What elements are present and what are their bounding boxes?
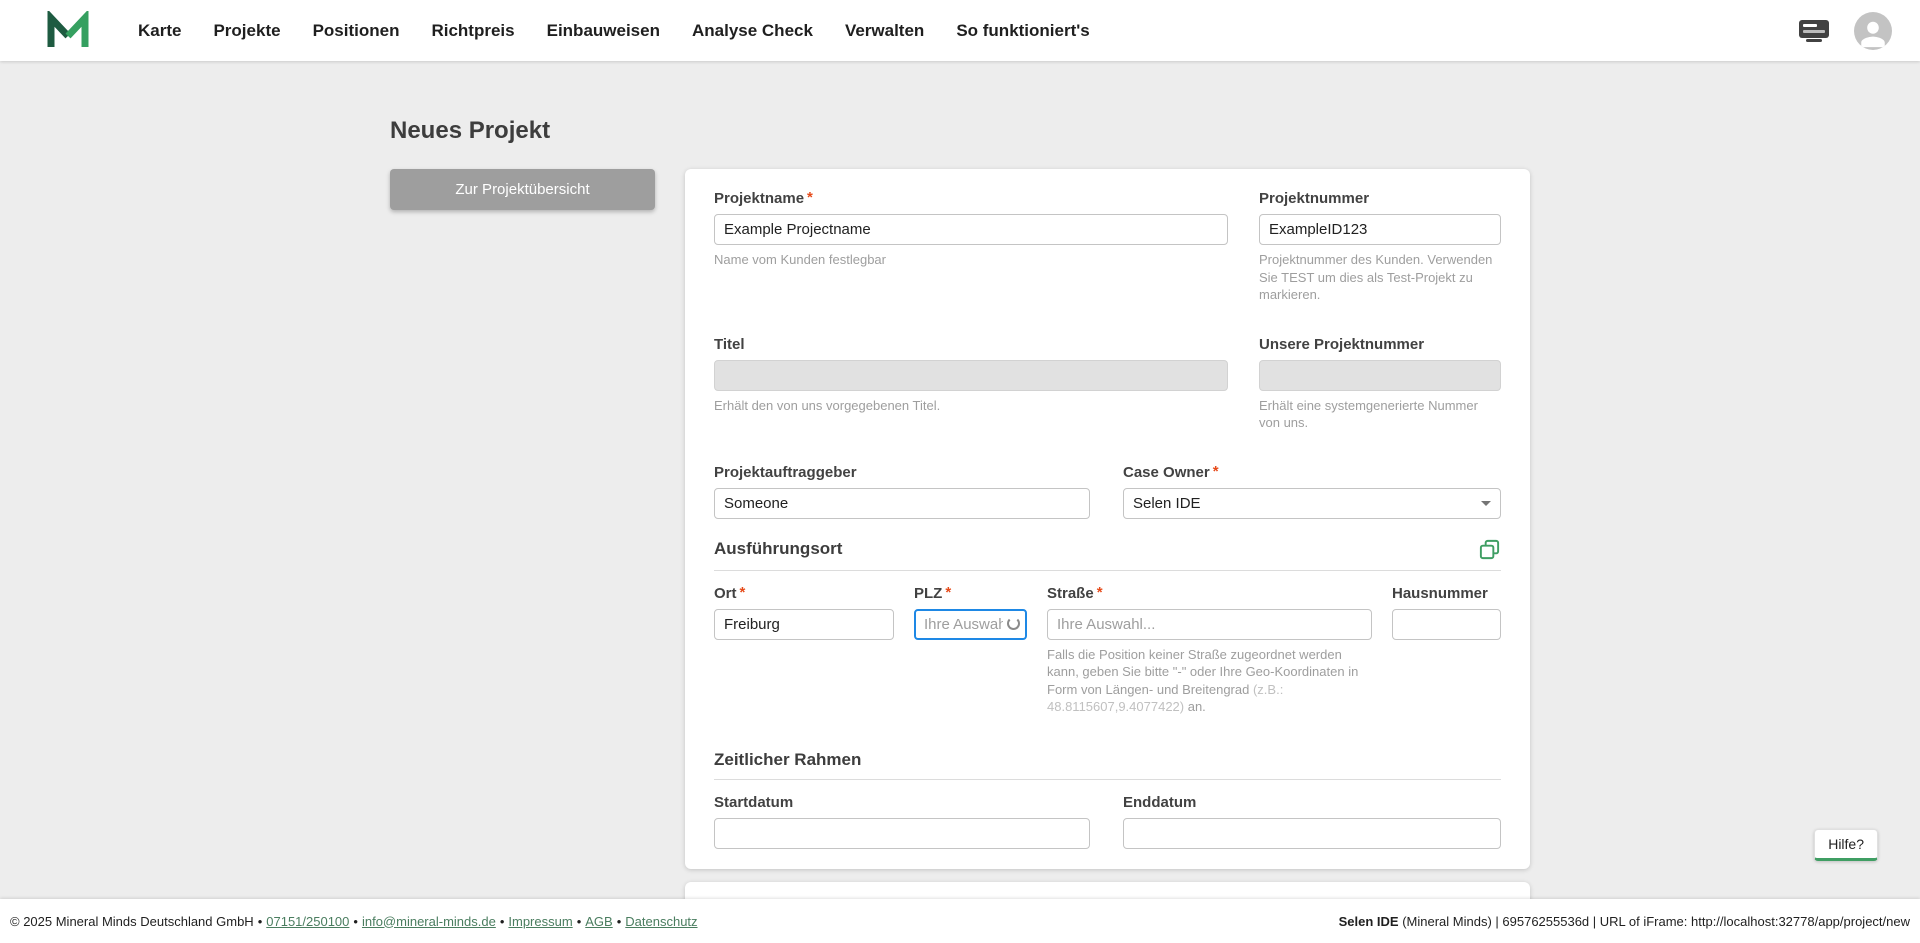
field-ort: Ort *	[714, 583, 894, 716]
section-divider	[714, 778, 1501, 780]
required-mark: *	[807, 189, 813, 206]
projektname-helper: Name vom Kunden festlegbar	[714, 252, 886, 267]
startdatum-input[interactable]	[714, 817, 1090, 849]
nav-item-verwalten[interactable]: Verwalten	[845, 21, 924, 41]
email-link[interactable]: info@mineral-minds.de	[362, 914, 496, 929]
duplicate-icon[interactable]	[1478, 538, 1501, 561]
field-projektname: Projektname * Name vom Kunden festlegbar	[714, 189, 1228, 304]
strasse-label: Straße	[1047, 584, 1094, 602]
titel-label: Titel	[714, 335, 745, 353]
top-navbar: Karte Projekte Positionen Richtpreis Ein…	[0, 0, 1920, 61]
titel-input	[714, 359, 1228, 391]
user-avatar[interactable]	[1854, 11, 1892, 50]
nav-item-karte[interactable]: Karte	[138, 21, 181, 41]
field-hausnummer: Hausnummer	[1392, 585, 1501, 716]
nav-item-analyse-check[interactable]: Analyse Check	[692, 21, 813, 41]
enddatum-label: Enddatum	[1123, 793, 1197, 811]
strasse-helper-suffix: an.	[1184, 699, 1206, 715]
field-projektnummer: Projektnummer Projektnummer des Kunden. …	[1259, 190, 1501, 304]
navbar-right	[1796, 11, 1892, 50]
titel-helper: Erhält den von uns vorgegebenen Titel.	[714, 397, 941, 413]
enddatum-input[interactable]	[1123, 817, 1501, 849]
projektname-input[interactable]	[714, 214, 1228, 245]
case-owner-select[interactable]: Selen IDE	[1123, 487, 1501, 519]
agb-link[interactable]: AGB	[585, 914, 612, 929]
logo-m-icon	[47, 10, 89, 47]
ort-input[interactable]	[714, 608, 894, 640]
projektnummer-label: Projektnummer	[1259, 190, 1370, 207]
unsere-projektnummer-input	[1259, 359, 1501, 391]
footer-session-info: Selen IDE (Mineral Minds) | 69576255536d…	[1339, 914, 1910, 929]
projektauftraggeber-label: Projektauftraggeber	[714, 463, 857, 481]
section-divider	[714, 569, 1501, 571]
project-form-card: Projektname * Name vom Kunden festlegbar…	[685, 169, 1530, 869]
strasse-helper-main: Falls die Position keiner Straße zugeord…	[1047, 646, 1359, 697]
projektname-label: Projektname	[714, 190, 805, 207]
field-projektauftraggeber: Projektauftraggeber	[714, 464, 1090, 519]
session-user: Selen IDE	[1338, 913, 1399, 929]
zeitlicher-rahmen-title: Zeitlicher Rahmen	[714, 749, 862, 769]
case-owner-label: Case Owner	[1123, 463, 1210, 481]
card-reader-icon[interactable]	[1796, 18, 1832, 44]
nav-item-richtpreis[interactable]: Richtpreis	[431, 21, 514, 41]
ausfuehrungsort-title: Ausführungsort	[714, 539, 843, 559]
required-mark: *	[1212, 462, 1219, 480]
section-zeitlicher-rahmen: Zeitlicher Rahmen	[714, 750, 1501, 770]
strasse-input[interactable]	[1047, 608, 1372, 640]
footer: © 2025 Mineral Minds Deutschland GmbH • 07…	[0, 899, 1920, 943]
case-owner-value: Selen IDE	[1133, 494, 1201, 512]
required-mark: *	[945, 583, 952, 601]
session-details: (Mineral Minds) | 69576255536d | URL of …	[1398, 913, 1910, 929]
projektnummer-input[interactable]	[1259, 214, 1501, 245]
field-plz: PLZ *	[914, 583, 1027, 716]
copyright-text: © 2025 Mineral Minds Deutschland GmbH	[10, 913, 254, 929]
page-content: Neues Projekt Zur Projektübersicht Proje…	[390, 117, 1530, 908]
chevron-down-icon	[1481, 500, 1491, 506]
nav-item-projekte[interactable]: Projekte	[213, 21, 280, 41]
nav-item-positionen[interactable]: Positionen	[313, 21, 400, 41]
back-to-project-overview-button[interactable]: Zur Projektübersicht	[390, 169, 655, 210]
hausnummer-label: Hausnummer	[1392, 584, 1488, 602]
mineral-minds-logo[interactable]	[46, 10, 90, 51]
impressum-link[interactable]: Impressum	[508, 914, 572, 929]
strasse-helper: Falls die Position keiner Straße zugeord…	[1047, 646, 1372, 716]
hausnummer-input[interactable]	[1392, 608, 1501, 640]
field-startdatum: Startdatum	[714, 794, 1090, 849]
required-mark: *	[1096, 583, 1103, 601]
field-enddatum: Enddatum	[1123, 794, 1501, 849]
section-ausfuehrungsort: Ausführungsort	[714, 538, 1501, 561]
phone-link[interactable]: 07151/250100	[266, 914, 349, 929]
projektauftraggeber-input[interactable]	[714, 487, 1090, 519]
field-case-owner: Case Owner * Selen IDE	[1123, 462, 1501, 519]
projektnummer-helper: Projektnummer des Kunden. Verwenden Sie …	[1259, 252, 1493, 303]
main-nav: Karte Projekte Positionen Richtpreis Ein…	[138, 21, 1090, 41]
nav-item-so-funktionierts[interactable]: So funktioniert's	[956, 21, 1089, 41]
unsere-projektnummer-helper: Erhält eine systemgenerierte Nummer von …	[1259, 397, 1478, 431]
required-mark: *	[739, 583, 746, 601]
datenschutz-link[interactable]: Datenschutz	[625, 914, 697, 929]
nav-item-einbauweisen[interactable]: Einbauweisen	[547, 21, 660, 41]
field-strasse: Straße * Falls die Position keiner Straß…	[1047, 583, 1372, 716]
field-unsere-projektnummer: Unsere Projektnummer Erhält eine systemg…	[1259, 336, 1501, 432]
ort-label: Ort	[714, 584, 737, 602]
unsere-projektnummer-label: Unsere Projektnummer	[1259, 335, 1425, 353]
person-icon	[1861, 21, 1885, 47]
footer-left: © 2025 Mineral Minds Deutschland GmbH • 07…	[10, 913, 698, 929]
page-title: Neues Projekt	[390, 117, 551, 144]
field-titel: Titel Erhält den von uns vorgegebenen Ti…	[714, 336, 1228, 432]
startdatum-label: Startdatum	[714, 793, 794, 811]
plz-label: PLZ	[914, 584, 943, 602]
help-button[interactable]: Hilfe?	[1814, 829, 1878, 861]
